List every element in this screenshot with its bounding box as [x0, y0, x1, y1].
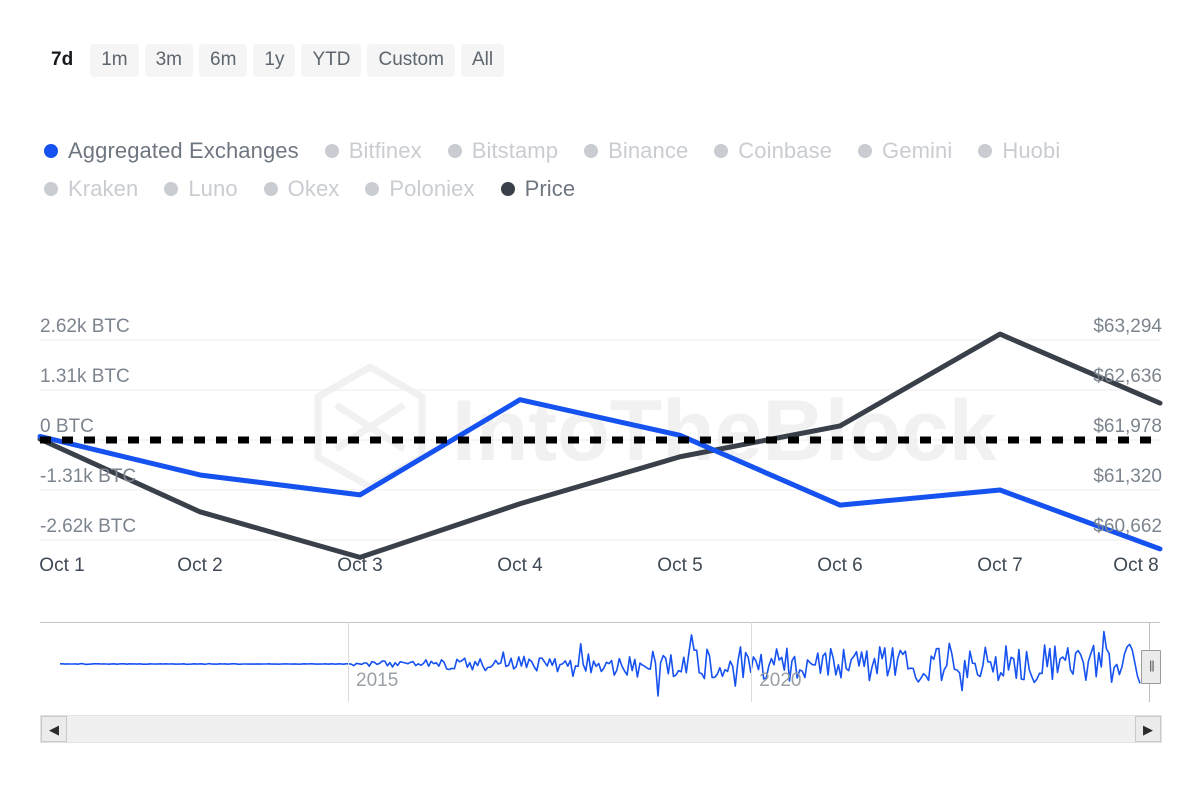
legend-dot-icon: [858, 144, 873, 158]
right-axis-tick-4: $60,662: [1093, 516, 1162, 537]
x-axis-tick-1: Oct 2: [177, 555, 223, 576]
right-axis-tick-1: $62,636: [1093, 366, 1162, 387]
legend-item-price[interactable]: Price: [500, 172, 576, 206]
scroll-left-arrow-icon[interactable]: ◀: [41, 716, 67, 742]
x-axis-tick-3: Oct 4: [497, 555, 543, 576]
left-axis-tick-4: -2.62k BTC: [40, 516, 137, 537]
legend-item-bitstamp[interactable]: Bitstamp: [447, 134, 559, 168]
navigator-year-label: 2015: [356, 670, 399, 691]
scroll-right-arrow-icon[interactable]: ▶: [1135, 716, 1161, 742]
legend-dot-icon: [44, 144, 58, 158]
legend-item-bitfinex[interactable]: Bitfinex: [324, 134, 422, 168]
time-range-selector: 7d 1m 3m 6m 1y YTD Custom All: [40, 44, 505, 77]
legend-item-label: Coinbase: [738, 138, 833, 163]
chart-plot-area: IntoTheBlock 2.62k BTC 1.31k BTC 0 BTC -…: [0, 295, 1200, 595]
legend-dot-icon: [978, 144, 993, 158]
handle-grip-icon: ‖: [1148, 658, 1155, 676]
legend-dot-icon: [714, 144, 729, 158]
legend-item-label: Bitstamp: [471, 138, 559, 163]
legend-item-poloniex[interactable]: Poloniex: [365, 172, 475, 206]
legend-dot-icon: [263, 182, 278, 196]
svg-text:IntoTheBlock: IntoTheBlock: [452, 383, 997, 479]
legend-item-coinbase[interactable]: Coinbase: [714, 134, 832, 168]
left-axis-tick-3: -1.31k BTC: [40, 466, 137, 487]
navigator-right-handle[interactable]: ‖: [1140, 650, 1161, 684]
range-button-ytd[interactable]: YTD: [301, 44, 362, 77]
x-axis-tick-0: Oct 1: [39, 555, 85, 576]
legend-dot-icon: [584, 144, 599, 158]
legend-item-binance[interactable]: Binance: [584, 134, 688, 168]
legend-item-okex[interactable]: Okex: [263, 172, 340, 206]
legend-item-label: Gemini: [882, 138, 953, 163]
right-axis-tick-2: $61,978: [1093, 416, 1162, 437]
legend-dot-icon: [324, 144, 339, 158]
x-axis-tick-5: Oct 6: [817, 555, 863, 576]
legend-item-label: Aggregated Exchanges: [68, 138, 299, 163]
chart-svg: IntoTheBlock: [37, 331, 1163, 560]
range-navigator[interactable]: 2015 2020 ‖: [40, 622, 1161, 702]
x-axis-tick-4: Oct 5: [657, 555, 703, 576]
x-axis-tick-7: Oct 8: [1113, 555, 1159, 576]
legend-item-label: Poloniex: [389, 176, 475, 201]
range-button-all[interactable]: All: [460, 44, 505, 77]
left-axis-tick-1: 1.31k BTC: [40, 366, 130, 387]
navigator-sparkline: [60, 630, 1141, 697]
legend-dot-icon: [500, 182, 515, 196]
legend-item-label: Price: [524, 176, 576, 201]
left-axis-tick-0: 2.62k BTC: [40, 316, 130, 337]
x-axis-tick-2: Oct 3: [337, 555, 383, 576]
legend-item-kraken[interactable]: Kraken: [44, 172, 138, 206]
chart-legend: Aggregated Exchanges Bitfinex Bitstamp Bina…: [44, 134, 1174, 206]
legend-item-label: Okex: [287, 176, 340, 201]
legend-item-huobi[interactable]: Huobi: [978, 134, 1060, 168]
range-button-1y[interactable]: 1y: [253, 44, 296, 77]
x-axis-labels: Oct 1 Oct 2 Oct 3 Oct 4 Oct 5 Oct 6 Oct 7 Oct 8: [0, 555, 1200, 585]
left-axis-tick-2: 0 BTC: [40, 416, 94, 437]
range-button-custom[interactable]: Custom: [367, 44, 455, 77]
range-button-6m[interactable]: 6m: [199, 44, 248, 77]
legend-item-label: Huobi: [1002, 138, 1061, 163]
right-axis-tick-3: $61,320: [1093, 466, 1162, 487]
right-axis-tick-0: $63,294: [1093, 316, 1162, 337]
legend-dot-icon: [44, 182, 58, 196]
navigator-year-label: 2020: [759, 670, 802, 691]
range-button-7d[interactable]: 7d: [40, 44, 85, 77]
legend-item-label: Binance: [608, 138, 689, 163]
legend-dot-icon: [447, 144, 462, 158]
scrollbar-track[interactable]: [67, 717, 1135, 741]
legend-item-aggregated-exchanges[interactable]: Aggregated Exchanges: [44, 134, 299, 168]
legend-dot-icon: [164, 182, 179, 196]
navigator-year-divider: [751, 622, 753, 702]
horizontal-scrollbar[interactable]: ◀ ▶: [40, 715, 1162, 743]
legend-item-label: Luno: [188, 176, 238, 201]
navigator-year-divider: [348, 622, 349, 702]
legend-dot-icon: [365, 182, 380, 196]
range-button-3m[interactable]: 3m: [144, 44, 193, 77]
range-button-1m[interactable]: 1m: [90, 44, 139, 77]
legend-item-gemini[interactable]: Gemini: [858, 134, 952, 168]
watermark: IntoTheBlock: [314, 362, 997, 492]
legend-item-label: Bitfinex: [348, 138, 422, 163]
legend-item-label: Kraken: [68, 176, 139, 201]
legend-item-luno[interactable]: Luno: [164, 172, 238, 206]
x-axis-tick-6: Oct 7: [977, 555, 1023, 576]
